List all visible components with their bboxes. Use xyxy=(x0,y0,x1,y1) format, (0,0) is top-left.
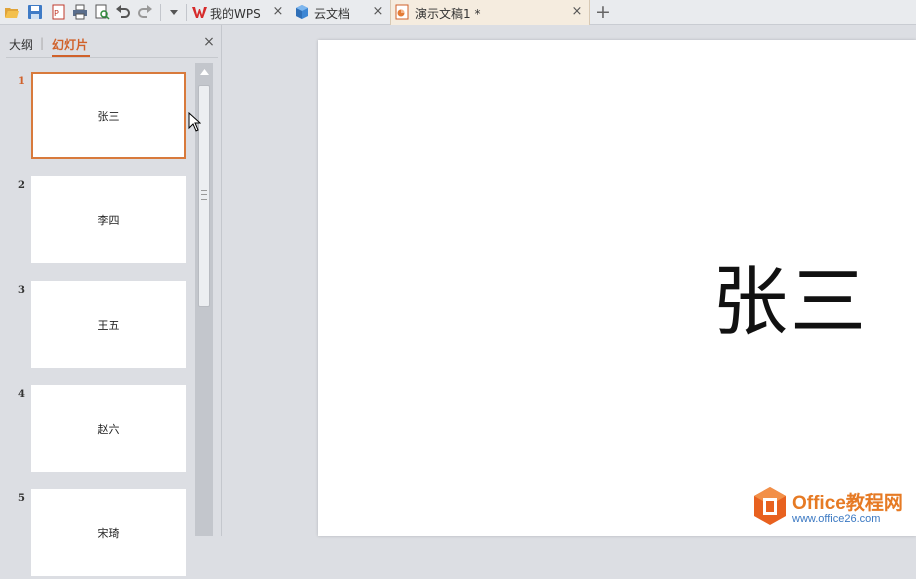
tab-close-icon[interactable]: × xyxy=(372,5,384,18)
watermark-url: www.office26.com xyxy=(792,513,881,525)
title-bar: P 我的WPS × 云文档 × 演示文稿1 * × + xyxy=(0,0,916,25)
slide-number: 3 xyxy=(18,285,25,296)
slide-preview[interactable]: 张三 xyxy=(31,72,186,159)
cloud-doc-icon xyxy=(294,4,310,23)
slide-thumbnail-1[interactable]: 1 张三 xyxy=(0,72,195,162)
panel-close-icon[interactable]: × xyxy=(203,35,215,49)
slides-panel: 大纲 | 幻灯片 × 1 张三 2 李四 3 王五 4 赵六 5 宋琦 xyxy=(0,25,222,576)
slide-number: 2 xyxy=(18,180,25,191)
tab-presentation-1[interactable]: 演示文稿1 * × xyxy=(390,0,590,25)
tab-my-wps[interactable]: 我的WPS × xyxy=(188,0,290,25)
slide-number: 4 xyxy=(18,389,25,400)
svg-text:P: P xyxy=(54,9,59,18)
tab-divider: | xyxy=(40,36,45,50)
slide-thumbnail-4[interactable]: 4 赵六 xyxy=(0,385,195,475)
slide-thumbnail-2[interactable]: 2 李四 xyxy=(0,176,195,266)
slide-preview[interactable]: 赵六 xyxy=(31,385,186,472)
slide-thumbnail-3[interactable]: 3 王五 xyxy=(0,281,195,371)
undo-icon[interactable] xyxy=(115,4,131,20)
tab-slides[interactable]: 幻灯片 xyxy=(52,36,88,53)
export-pdf-icon[interactable]: P xyxy=(50,4,66,20)
tab-label: 云文档 xyxy=(314,7,351,21)
slide-title-text[interactable]: 张三 xyxy=(712,240,868,350)
slide-thumbnail-5[interactable]: 5 宋琦 xyxy=(0,489,195,579)
toolbar-separator xyxy=(160,4,161,21)
scrollbar-grip-icon xyxy=(201,190,207,200)
wps-icon xyxy=(192,5,207,22)
slide-number: 1 xyxy=(18,76,25,87)
slide-preview[interactable]: 王五 xyxy=(31,281,186,368)
scroll-up-arrow-icon[interactable] xyxy=(195,63,213,81)
panel-divider-line xyxy=(6,57,218,58)
print-icon[interactable] xyxy=(72,4,88,20)
slide-preview[interactable]: 李四 xyxy=(31,176,186,263)
dropdown-icon[interactable] xyxy=(166,4,182,20)
open-folder-icon[interactable] xyxy=(4,4,20,20)
new-tab-plus-icon[interactable]: + xyxy=(595,3,611,22)
watermark-title: Office教程网 xyxy=(792,493,903,514)
tab-cloud-doc[interactable]: 云文档 × xyxy=(290,0,390,25)
presentation-icon xyxy=(395,4,409,23)
toolbar-separator xyxy=(186,4,187,21)
redo-icon[interactable] xyxy=(137,4,153,20)
panel-tabs: 大纲 | 幻灯片 × xyxy=(0,25,221,58)
slide-number: 5 xyxy=(18,493,25,504)
mouse-cursor-icon xyxy=(188,111,202,135)
tab-label: 演示文稿1 * xyxy=(415,7,481,21)
save-icon[interactable] xyxy=(27,4,43,20)
watermark: Office教程网 www.office26.com xyxy=(752,486,912,530)
tab-outline[interactable]: 大纲 xyxy=(9,36,33,53)
slide-preview[interactable]: 宋琦 xyxy=(31,489,186,576)
tab-close-icon[interactable]: × xyxy=(571,5,583,18)
tab-close-icon[interactable]: × xyxy=(272,5,284,18)
print-preview-icon[interactable] xyxy=(94,4,110,20)
office-logo-icon xyxy=(752,486,788,529)
tab-label: 我的WPS xyxy=(210,7,261,21)
